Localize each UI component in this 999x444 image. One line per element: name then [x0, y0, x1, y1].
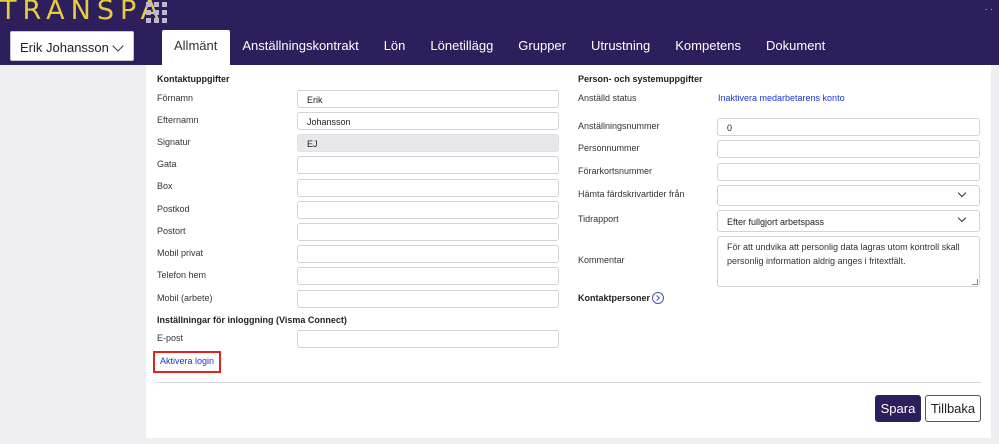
tab-kompetens[interactable]: Kompetens [663, 30, 754, 65]
chevron-down-icon [957, 188, 967, 198]
field-label-epost: E-post [157, 333, 184, 343]
contact-heading: Kontaktuppgifter [157, 74, 230, 84]
more-dots-icon[interactable]: ·· [984, 4, 995, 15]
telefon-hem-input[interactable] [297, 267, 559, 285]
employee-number-label: Anställningsnummer [578, 121, 660, 131]
time-report-value: Efter fullgjort arbetspass [727, 217, 825, 227]
gata-input[interactable] [297, 156, 559, 174]
tab-dokument[interactable]: Dokument [754, 30, 838, 65]
comment-label: Kommentar [578, 255, 625, 265]
time-report-select[interactable]: Efter fullgjort arbetspass [717, 210, 980, 232]
email-field[interactable] [297, 330, 559, 348]
chevron-down-icon [957, 213, 967, 223]
personal-number-label: Personnummer [578, 143, 640, 153]
app-logo: TRANSPA [0, 0, 165, 26]
chevron-circle-right-icon[interactable] [652, 292, 664, 304]
field-label-mobil-arbete: Mobil (arbete) [157, 293, 213, 303]
field-label-mobil-privat: Mobil privat [157, 248, 204, 258]
comment-text: För att undvika att personlig data lagra… [727, 242, 960, 266]
tab-utrustning[interactable]: Utrustning [579, 30, 663, 65]
field-label-signatur: Signatur [157, 137, 191, 147]
tab-lon[interactable]: Lön [372, 30, 419, 65]
employee-number-input[interactable]: 0 [717, 118, 980, 136]
field-label-telefon-hem: Telefon hem [157, 270, 207, 280]
tab-lonetillagg[interactable]: Lönetillägg [418, 30, 506, 65]
contact-persons-heading: Kontaktpersoner [578, 293, 651, 303]
postkod-input[interactable] [297, 201, 559, 219]
back-button[interactable]: Tillbaka [925, 395, 981, 422]
login-heading: Inställningar för inloggning (Visma Conn… [157, 315, 347, 325]
field-label-box: Box [157, 181, 173, 191]
apps-grid-icon[interactable] [146, 2, 167, 23]
field-label-efternamn: Efternamn [157, 115, 199, 125]
signatur-input: EJ [297, 134, 559, 152]
field-label-gata: Gata [157, 159, 177, 169]
status-label: Anställd status [578, 93, 637, 103]
time-report-label: Tidrapport [578, 214, 619, 224]
save-button[interactable]: Spara [875, 395, 921, 422]
mobil-privat-input[interactable] [297, 245, 559, 263]
tab-bar: Allmänt Anställningskontrakt Lön Lönetil… [162, 30, 838, 65]
mobil-arbete-input[interactable] [297, 290, 559, 308]
tab-anstallningskontrakt[interactable]: Anställningskontrakt [230, 30, 371, 65]
field-label-postort: Postort [157, 226, 186, 236]
resize-handle-icon[interactable] [972, 279, 978, 285]
employee-select-value: Erik Johansson [20, 40, 109, 55]
person-heading: Person- och systemuppgifter [578, 74, 703, 84]
license-number-label: Förarkortsnummer [578, 166, 653, 176]
divider [156, 382, 981, 383]
chevron-down-icon [112, 40, 124, 52]
top-bar: TRANSPA ·· Erik Johansson Allmänt Anstäl… [0, 0, 999, 65]
license-number-input[interactable] [717, 163, 980, 181]
tab-allmant[interactable]: Allmänt [162, 30, 231, 65]
deactivate-account-link[interactable]: Inaktivera medarbetarens konto [718, 93, 845, 103]
personal-number-input[interactable] [717, 140, 980, 158]
fornamn-input[interactable]: Erik [297, 90, 559, 108]
box-input[interactable] [297, 179, 559, 197]
field-label-fornamn: Förnamn [157, 93, 194, 103]
comment-textarea[interactable]: För att undvika att personlig data lagra… [717, 236, 980, 287]
tacho-source-label: Hämta färdskrivartider från [578, 189, 685, 199]
highlight-box [153, 351, 221, 373]
efternamn-input[interactable]: Johansson [297, 112, 559, 130]
postort-input[interactable] [297, 223, 559, 241]
employee-select[interactable]: Erik Johansson [10, 31, 134, 61]
tab-grupper[interactable]: Grupper [506, 30, 579, 65]
field-label-postkod: Postkod [157, 204, 190, 214]
tacho-source-select[interactable] [717, 185, 980, 206]
